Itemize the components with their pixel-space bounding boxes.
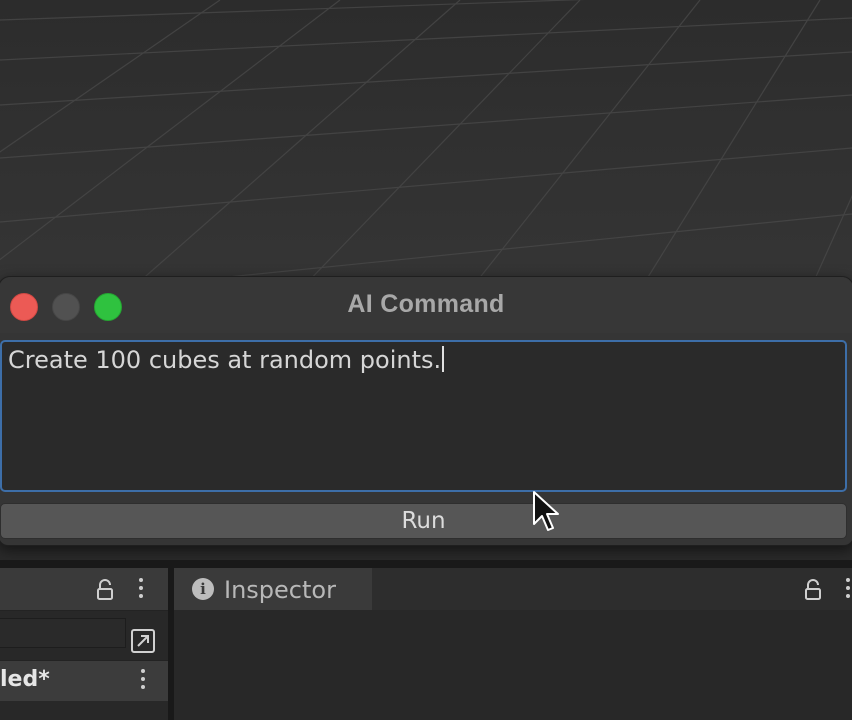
inspector-kebab-menu-icon[interactable] xyxy=(845,578,851,602)
expand-window-icon[interactable] xyxy=(128,626,158,656)
kebab-menu-icon[interactable] xyxy=(138,578,144,602)
mouse-cursor-icon xyxy=(533,491,559,531)
run-button[interactable]: Run xyxy=(0,503,847,539)
command-text: Create 100 cubes at random points. xyxy=(8,346,445,374)
inspector-tab-label: Inspector xyxy=(224,576,336,604)
info-icon: i xyxy=(192,578,214,600)
command-text-value: Create 100 cubes at random points. xyxy=(8,346,442,374)
scene-view[interactable] xyxy=(0,0,852,290)
command-input[interactable]: Create 100 cubes at random points. xyxy=(0,340,847,492)
hierarchy-search-input[interactable] xyxy=(0,618,126,648)
scene-grid xyxy=(0,0,852,290)
inspector-body xyxy=(174,610,852,720)
ai-command-window: AI Command Create 100 cubes at random po… xyxy=(0,276,852,546)
scene-name: led* xyxy=(0,667,50,692)
window-title: AI Command xyxy=(347,290,505,318)
tab-inspector[interactable]: i Inspector xyxy=(174,568,372,610)
hierarchy-header xyxy=(0,568,168,611)
inspector-lock-icon[interactable] xyxy=(804,579,822,601)
text-caret xyxy=(442,346,445,372)
window-titlebar[interactable]: AI Command xyxy=(0,277,852,333)
scene-row[interactable]: led* xyxy=(0,660,168,701)
scene-kebab-menu-icon[interactable] xyxy=(140,669,146,693)
editor-bottom-panels: led* i Inspector xyxy=(0,560,852,720)
lock-icon[interactable] xyxy=(96,579,114,601)
hierarchy-panel: led* xyxy=(0,568,168,720)
